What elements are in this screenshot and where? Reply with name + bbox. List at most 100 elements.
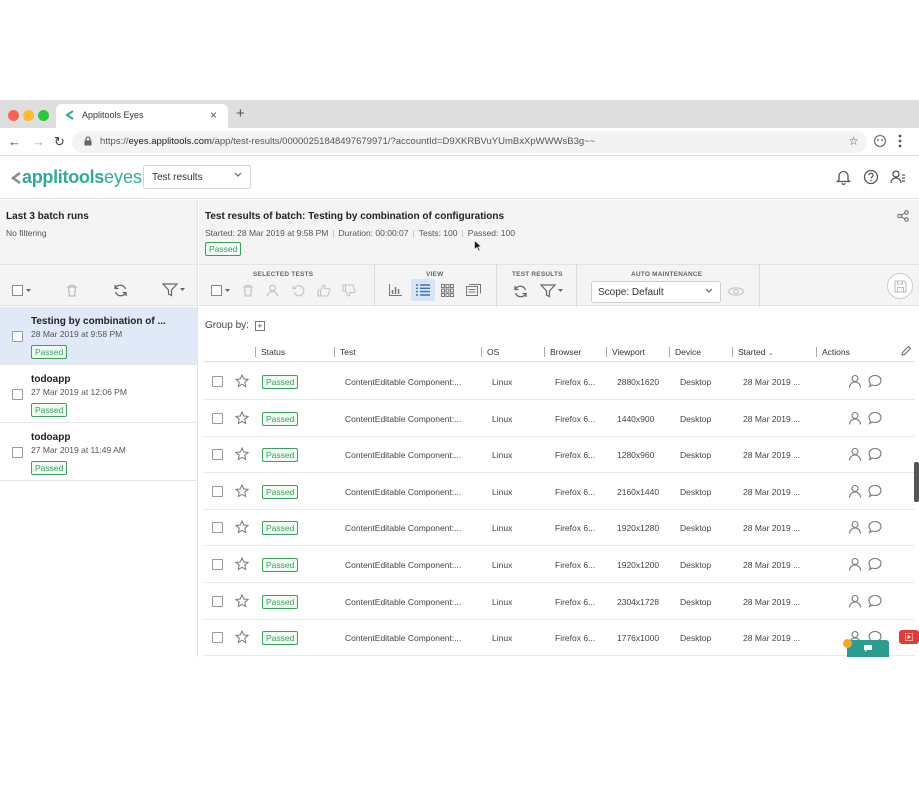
thumbs-up-icon[interactable] xyxy=(317,284,331,297)
video-overlay-icon[interactable] xyxy=(899,630,919,644)
scope-select[interactable]: Scope: Default xyxy=(591,281,721,303)
star-icon[interactable] xyxy=(235,483,249,498)
comment-icon[interactable] xyxy=(868,484,882,498)
started-cell: 28 Mar 2019 ... xyxy=(743,377,801,387)
comment-icon[interactable] xyxy=(868,447,882,461)
star-icon[interactable] xyxy=(235,374,249,388)
table-row[interactable]: Passed ContentEditable Component:... Linux… xyxy=(204,619,914,657)
save-button[interactable] xyxy=(887,273,913,299)
scrollbar-thumb[interactable] xyxy=(914,462,919,502)
batch-item[interactable]: Testing by combination of ... 28 Mar 2019… xyxy=(0,307,197,365)
forward-arrow-icon[interactable]: → xyxy=(32,134,45,149)
column-header-test[interactable]: Test xyxy=(334,347,356,357)
thumbs-down-icon[interactable] xyxy=(342,284,356,297)
minimize-window-button[interactable] xyxy=(23,110,34,121)
user-icon[interactable] xyxy=(848,374,862,388)
batch-item[interactable]: todoapp 27 Mar 2019 at 11:49 AM Passed xyxy=(0,423,197,481)
batch-name: todoapp xyxy=(31,432,71,443)
row-checkbox[interactable] xyxy=(212,559,223,570)
batch-checkbox[interactable] xyxy=(12,389,23,400)
chart-view-icon[interactable] xyxy=(389,284,402,296)
table-row[interactable]: Passed ContentEditable Component:... Linux… xyxy=(204,363,914,400)
row-checkbox[interactable] xyxy=(212,485,223,497)
row-checkbox[interactable] xyxy=(212,522,223,534)
column-header-device[interactable]: Device xyxy=(669,347,701,357)
share-icon[interactable] xyxy=(897,210,909,222)
select-all-checkbox[interactable] xyxy=(12,285,32,296)
star-icon[interactable] xyxy=(235,447,249,461)
column-header-browser[interactable]: Browser xyxy=(543,347,581,357)
user-icon[interactable] xyxy=(848,484,862,498)
table-row[interactable]: Passed ContentEditable Component:... Linux… xyxy=(204,436,914,474)
extension-icon[interactable] xyxy=(873,134,887,148)
table-row[interactable]: Passed ContentEditable Component:... Linux… xyxy=(204,400,914,437)
chat-icon xyxy=(864,645,872,652)
comment-icon[interactable] xyxy=(868,374,882,388)
batch-item[interactable]: todoapp 27 Mar 2019 at 12:06 PM Passed xyxy=(0,365,197,423)
row-checkbox[interactable] xyxy=(212,412,223,424)
row-checkbox[interactable] xyxy=(212,449,223,461)
user-icon[interactable] xyxy=(848,594,862,608)
new-tab-icon[interactable]: + xyxy=(236,105,245,122)
refresh-icon[interactable] xyxy=(113,283,128,298)
delete-tests-icon[interactable] xyxy=(242,284,254,297)
help-icon[interactable] xyxy=(863,169,879,185)
row-checkbox[interactable] xyxy=(212,632,223,644)
url-input[interactable]: https://eyes.applitools.com/app/test-res… xyxy=(72,131,867,153)
comment-icon[interactable] xyxy=(868,520,882,535)
column-header-started[interactable]: Started ⌄ xyxy=(732,347,774,357)
close-tab-icon[interactable]: × xyxy=(210,108,217,122)
batch-filter-text: No filtering xyxy=(6,228,47,238)
list-view-icon[interactable] xyxy=(411,279,435,301)
star-icon[interactable] xyxy=(235,410,249,425)
comment-icon[interactable] xyxy=(868,594,882,608)
details-view-icon[interactable] xyxy=(466,284,482,297)
edit-columns-icon[interactable] xyxy=(901,345,912,356)
back-arrow-icon[interactable]: ← xyxy=(8,134,21,149)
comment-icon[interactable] xyxy=(868,557,882,571)
user-icon[interactable] xyxy=(848,520,862,534)
viewport-cell: 1776x1000 xyxy=(617,633,660,644)
column-header-os[interactable]: OS xyxy=(480,347,499,357)
filter-icon[interactable] xyxy=(162,283,186,297)
table-row[interactable]: Passed ContentEditable Component:... Linux… xyxy=(204,583,914,620)
close-window-button[interactable] xyxy=(8,110,19,121)
applitools-logo[interactable]: applitools eyes xyxy=(10,167,142,188)
star-icon[interactable] xyxy=(235,593,249,608)
user-icon[interactable] xyxy=(848,447,862,461)
trash-icon[interactable] xyxy=(66,284,78,297)
row-checkbox[interactable] xyxy=(212,376,223,387)
star-icon[interactable] xyxy=(235,520,249,534)
select-tests-checkbox[interactable] xyxy=(211,285,231,296)
toolbar-divider xyxy=(759,265,760,307)
filter-results-icon[interactable] xyxy=(540,284,564,298)
grid-view-icon[interactable] xyxy=(441,284,454,297)
batch-checkbox[interactable] xyxy=(12,447,23,458)
browser-menu-icon[interactable] xyxy=(898,134,902,148)
page-select[interactable]: Test results xyxy=(143,165,251,189)
eye-icon[interactable] xyxy=(727,286,745,297)
user-icon[interactable] xyxy=(848,411,862,425)
assign-user-icon[interactable] xyxy=(266,284,279,297)
column-header-viewport[interactable]: Viewport xyxy=(606,347,645,357)
add-group-icon[interactable]: + xyxy=(254,321,265,331)
table-row[interactable]: Passed ContentEditable Component:... Linux… xyxy=(204,546,914,583)
refresh-results-icon[interactable] xyxy=(513,284,528,299)
user-icon[interactable] xyxy=(848,557,862,571)
bookmark-star-icon[interactable]: ☆ xyxy=(848,134,859,148)
browser-tab[interactable]: Applitools Eyes × xyxy=(56,104,228,128)
bell-icon[interactable] xyxy=(836,169,851,185)
star-icon[interactable] xyxy=(235,630,249,644)
comment-icon[interactable] xyxy=(868,411,882,425)
revert-icon[interactable] xyxy=(292,284,305,297)
column-header-status[interactable]: Status xyxy=(254,347,285,357)
star-icon[interactable] xyxy=(235,557,249,571)
chat-widget-button[interactable] xyxy=(843,639,889,657)
table-row[interactable]: Passed ContentEditable Component:... Linux… xyxy=(204,509,914,547)
reload-icon[interactable]: ↻ xyxy=(54,134,65,150)
account-icon[interactable] xyxy=(890,169,906,185)
table-row[interactable]: Passed ContentEditable Component:... Linux… xyxy=(204,473,914,510)
batch-checkbox[interactable] xyxy=(12,331,23,342)
maximize-window-button[interactable] xyxy=(38,110,49,121)
row-checkbox[interactable] xyxy=(212,595,223,607)
